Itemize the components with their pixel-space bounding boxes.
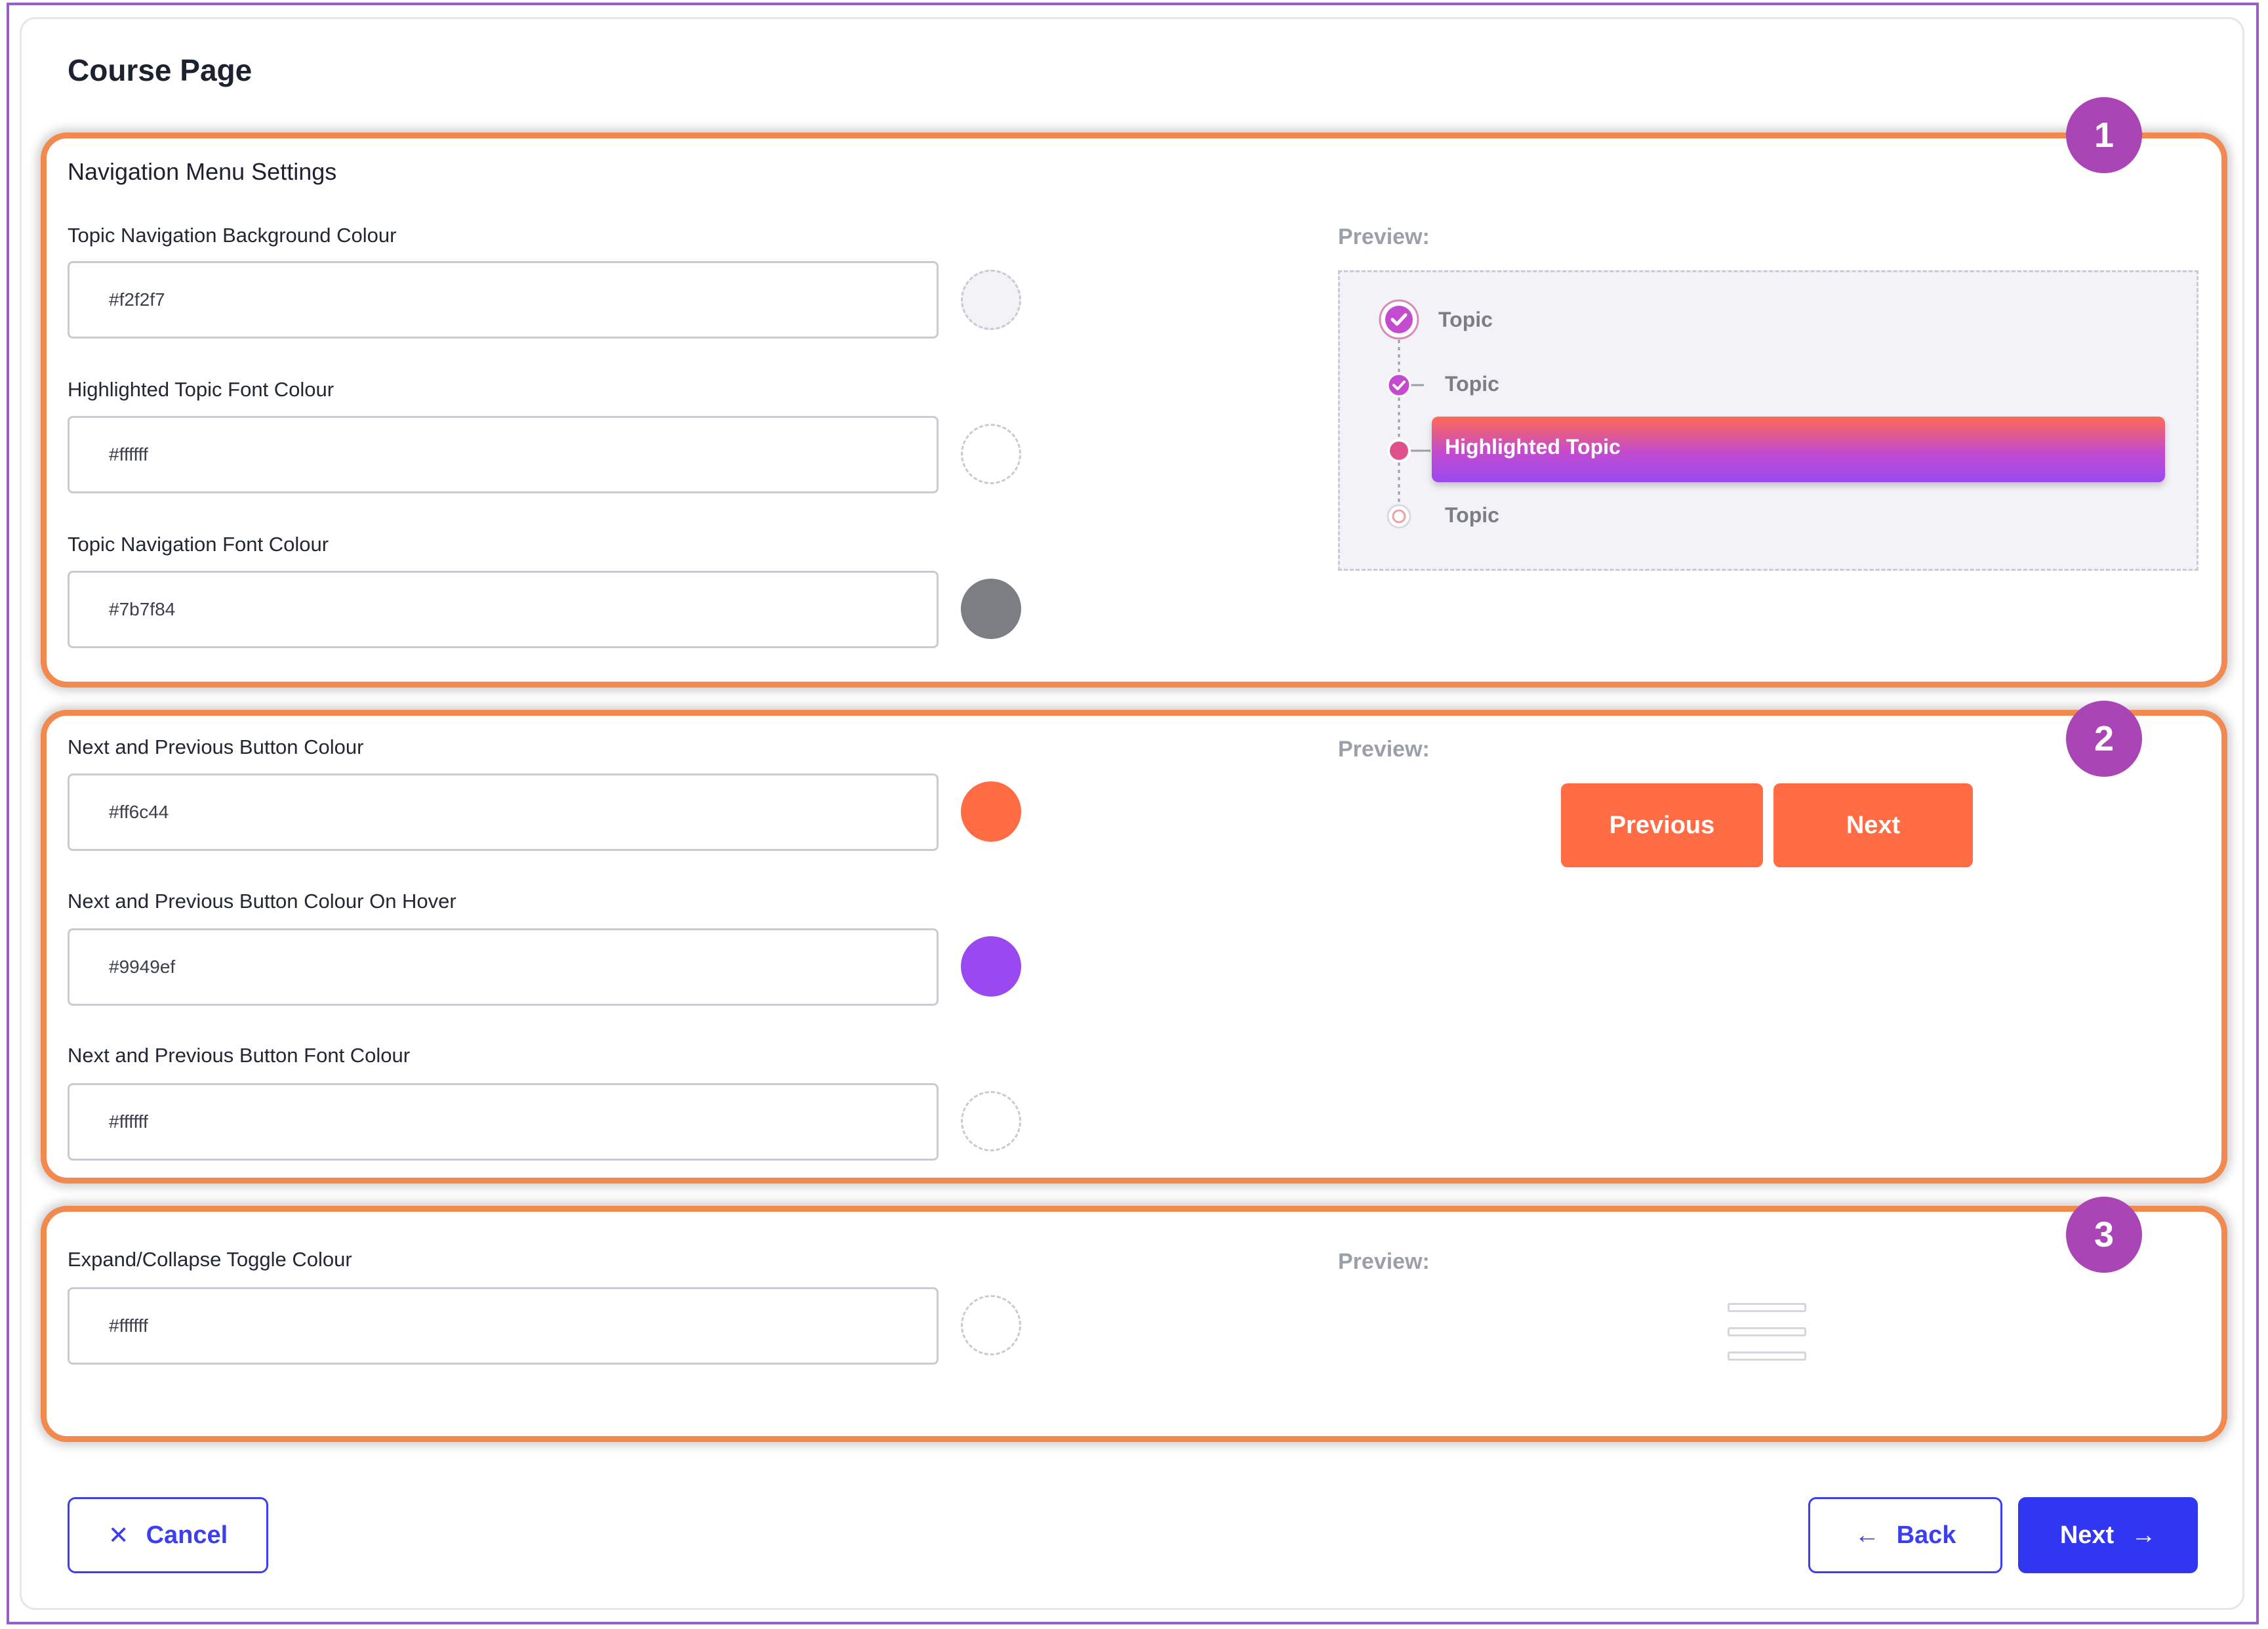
- close-icon: ✕: [108, 1521, 129, 1550]
- colour-swatch-button-font[interactable]: [961, 1091, 1021, 1151]
- preview-label: Preview:: [1338, 737, 1430, 762]
- section-badge-1: 1: [2066, 97, 2142, 173]
- cancel-button-label: Cancel: [146, 1521, 228, 1549]
- field-label-highlighted-font: Highlighted Topic Font Colour: [68, 378, 334, 401]
- colour-swatch-toggle[interactable]: [961, 1295, 1021, 1355]
- highlighted-topic-font-colour-input[interactable]: #ffffff: [68, 416, 939, 493]
- next-button[interactable]: Next →: [2018, 1497, 2198, 1573]
- topic-nav-bg-colour-input[interactable]: #f2f2f7: [68, 261, 939, 339]
- preview-next-button: Next: [1773, 783, 1973, 867]
- preview-label: Preview:: [1338, 224, 1430, 249]
- button-colour-input[interactable]: #ff6c44: [68, 773, 939, 851]
- toggle-colour-input[interactable]: #ffffff: [68, 1287, 939, 1365]
- button-hover-colour-input[interactable]: #9949ef: [68, 928, 939, 1006]
- topic-check-icon: [1379, 299, 1419, 340]
- next-button-label: Next: [2059, 1521, 2115, 1549]
- topic-navigation-preview: Topic Topic Highlighted Topic Topic: [1338, 270, 2198, 571]
- colour-swatch-button-hover[interactable]: [961, 936, 1021, 997]
- section-badge-2: 2: [2066, 701, 2142, 777]
- colour-swatch-topic-nav-bg[interactable]: [961, 270, 1021, 330]
- preview-label: Preview:: [1338, 1249, 1430, 1274]
- pending-topic-circle-icon: [1387, 504, 1411, 529]
- current-topic-dot-icon: [1387, 439, 1411, 463]
- arrow-left-icon: ←: [1854, 1521, 1880, 1549]
- cancel-button[interactable]: ✕ Cancel: [68, 1497, 268, 1573]
- field-label-topic-nav-bg: Topic Navigation Background Colour: [68, 224, 397, 247]
- colour-swatch-button[interactable]: [961, 781, 1021, 842]
- page-title: Course Page: [68, 53, 253, 87]
- arrow-right-icon: →: [2131, 1521, 2157, 1549]
- button-font-colour-input[interactable]: #ffffff: [68, 1083, 939, 1161]
- preview-previous-button: Previous: [1561, 783, 1763, 867]
- preview-topic-4: Topic: [1445, 503, 1499, 527]
- preview-topic-2: Topic: [1445, 372, 1499, 396]
- section-badge-3: 3: [2066, 1197, 2142, 1273]
- hamburger-icon: [1728, 1303, 1806, 1366]
- topic-check-icon: [1387, 373, 1411, 398]
- preview-topic-1: Topic: [1438, 308, 1493, 331]
- field-label-button-colour: Next and Previous Button Colour: [68, 735, 364, 758]
- colour-swatch-highlighted-font[interactable]: [961, 424, 1021, 484]
- back-button[interactable]: ← Back: [1808, 1497, 2002, 1573]
- field-label-button-font: Next and Previous Button Font Colour: [68, 1044, 411, 1067]
- field-label-button-hover: Next and Previous Button Colour On Hover: [68, 890, 456, 913]
- field-label-topic-nav-font: Topic Navigation Font Colour: [68, 533, 329, 556]
- colour-swatch-topic-nav-font[interactable]: [961, 579, 1021, 639]
- back-button-label: Back: [1896, 1521, 1956, 1549]
- field-label-toggle-colour: Expand/Collapse Toggle Colour: [68, 1248, 352, 1271]
- preview-highlighted-topic: Highlighted Topic: [1445, 435, 1621, 459]
- topic-nav-font-colour-input[interactable]: #7b7f84: [68, 571, 939, 648]
- section-title: Navigation Menu Settings: [68, 158, 337, 185]
